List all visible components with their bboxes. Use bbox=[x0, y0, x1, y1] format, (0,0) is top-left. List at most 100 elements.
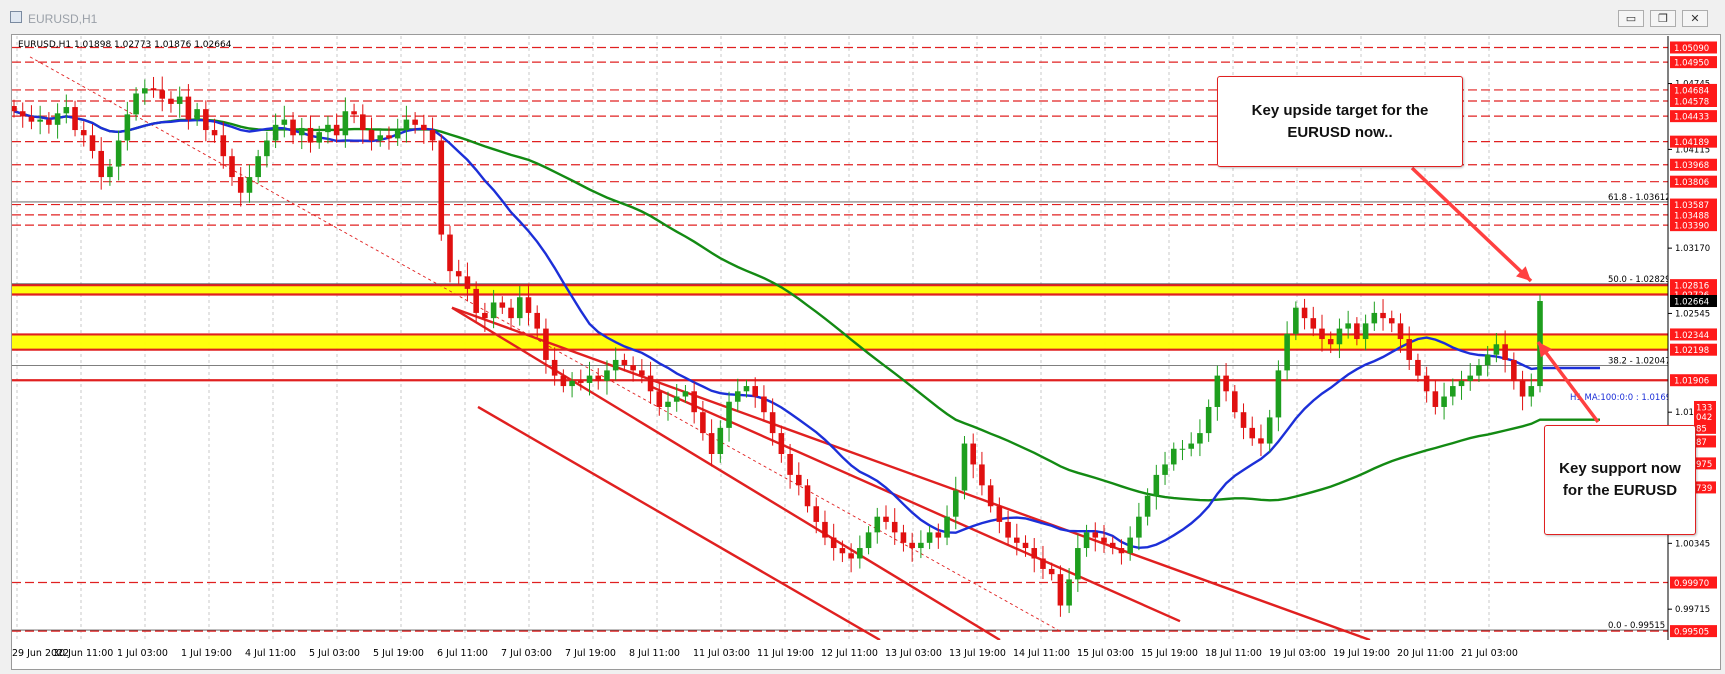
candle-body bbox=[621, 359, 628, 366]
candle-body bbox=[874, 516, 881, 533]
price-label-red: 1.04684 bbox=[1674, 86, 1709, 96]
candle-body bbox=[1327, 339, 1334, 345]
candle-body bbox=[46, 119, 52, 125]
candle-body bbox=[63, 107, 70, 114]
ohlc-header: EURUSD,H1 1.01898 1.02773 1.01876 1.0266… bbox=[18, 40, 232, 50]
candle-body bbox=[900, 532, 907, 543]
candle-body bbox=[80, 130, 87, 136]
candle-body bbox=[734, 391, 741, 402]
candle-body bbox=[1031, 548, 1038, 559]
candle-body bbox=[72, 107, 78, 131]
candle-body bbox=[891, 521, 898, 533]
candle-body bbox=[1014, 537, 1020, 543]
candle-body bbox=[1197, 433, 1203, 444]
candle-body bbox=[508, 307, 514, 319]
candle-body bbox=[1109, 542, 1116, 549]
candle-body bbox=[1528, 386, 1535, 397]
candle-body bbox=[133, 93, 139, 115]
candle-body bbox=[1458, 380, 1465, 387]
candle-body bbox=[37, 119, 43, 122]
current-price-label: 1.02664 bbox=[1674, 298, 1709, 308]
candle-body bbox=[325, 124, 331, 133]
candle-body bbox=[412, 119, 418, 125]
x-tick-label: 30 Jun 11:00 bbox=[53, 648, 113, 659]
x-tick-label: 15 Jul 03:00 bbox=[1077, 648, 1134, 659]
price-label-red-partial: 85 bbox=[1696, 424, 1707, 434]
candle-body bbox=[761, 396, 767, 413]
candle-body bbox=[1170, 448, 1177, 465]
candle-body bbox=[1502, 344, 1508, 360]
candle-body bbox=[194, 109, 200, 120]
price-label-red: 1.05090 bbox=[1674, 44, 1709, 54]
price-chart[interactable]: 29 Jun 202230 Jun 11:00 1 Jul 03:00 1 Jul … bbox=[0, 0, 1725, 674]
candle-body bbox=[952, 490, 959, 517]
candle-body bbox=[1293, 307, 1299, 334]
candle-body bbox=[1240, 412, 1247, 428]
candle-body bbox=[778, 433, 785, 454]
x-tick-label: 18 Jul 11:00 bbox=[1205, 648, 1262, 659]
candle-body bbox=[1005, 521, 1011, 538]
candle-body bbox=[1075, 548, 1081, 580]
x-tick-label: 11 Jul 03:00 bbox=[693, 648, 750, 659]
candle-body bbox=[1249, 427, 1256, 439]
candle-body bbox=[551, 359, 558, 376]
price-label-red-partial: 739 bbox=[1696, 484, 1712, 494]
candle-body bbox=[804, 485, 811, 507]
candle-body bbox=[1223, 375, 1229, 392]
candle-body bbox=[185, 96, 192, 120]
candle-body bbox=[944, 516, 950, 538]
candle-body bbox=[630, 365, 636, 371]
candle-body bbox=[970, 443, 976, 465]
candle-body bbox=[1040, 558, 1046, 569]
x-tick-label: 14 Jul 11:00 bbox=[1013, 648, 1070, 659]
candle-body bbox=[1101, 537, 1107, 543]
candle-body bbox=[1484, 354, 1491, 366]
candle-body bbox=[516, 297, 523, 319]
candle-body bbox=[1136, 516, 1142, 538]
price-label: 1.03170 bbox=[1675, 244, 1710, 254]
candle-body bbox=[1118, 548, 1125, 554]
candle-body bbox=[1301, 307, 1308, 319]
candle-body bbox=[98, 150, 104, 178]
candle-body bbox=[996, 506, 1003, 522]
candle-body bbox=[203, 109, 209, 131]
candle-body bbox=[1214, 375, 1221, 407]
candle-body bbox=[1511, 359, 1517, 381]
price-label-red: 1.04950 bbox=[1674, 59, 1709, 69]
x-tick-label: 5 Jul 03:00 bbox=[309, 648, 360, 659]
price-label: 1.02545 bbox=[1675, 309, 1710, 319]
candle-body bbox=[813, 506, 820, 522]
candle-body bbox=[665, 401, 671, 407]
candle-body bbox=[176, 96, 183, 104]
candle-body bbox=[1406, 339, 1412, 360]
x-tick-label: 1 Jul 03:00 bbox=[117, 648, 168, 659]
candle-body bbox=[246, 177, 253, 193]
candle-body bbox=[333, 124, 340, 136]
fib-level-label: 50.0 - 1.02829 bbox=[1608, 275, 1671, 285]
candle-body bbox=[1022, 542, 1029, 549]
candle-body bbox=[961, 443, 968, 491]
candle-body bbox=[1144, 495, 1151, 517]
x-tick-label: 7 Jul 19:00 bbox=[565, 648, 616, 659]
price-label-red: 1.02198 bbox=[1674, 346, 1709, 356]
candle-body bbox=[115, 140, 122, 167]
candle-body bbox=[1388, 318, 1395, 324]
candle-body bbox=[1450, 386, 1456, 397]
x-tick-label: 19 Jul 03:00 bbox=[1269, 648, 1326, 659]
price-label-red: 1.04189 bbox=[1674, 138, 1709, 148]
candle-body bbox=[211, 130, 218, 136]
candle-body bbox=[1275, 370, 1282, 418]
x-tick-label: 13 Jul 19:00 bbox=[949, 648, 1006, 659]
candle-body bbox=[796, 474, 802, 486]
candle-body bbox=[264, 140, 270, 157]
fib-level-label: 0.0 - 0.99515 bbox=[1608, 621, 1665, 631]
x-tick-label: 6 Jul 11:00 bbox=[437, 648, 488, 659]
candle-body bbox=[1205, 406, 1212, 434]
candle-body bbox=[1057, 574, 1064, 606]
candle-body bbox=[1266, 417, 1273, 444]
candle-body bbox=[1336, 328, 1343, 345]
candle-body bbox=[560, 375, 567, 387]
candle-body bbox=[1519, 380, 1526, 397]
candle-body bbox=[237, 177, 244, 193]
candle-body bbox=[935, 532, 942, 538]
